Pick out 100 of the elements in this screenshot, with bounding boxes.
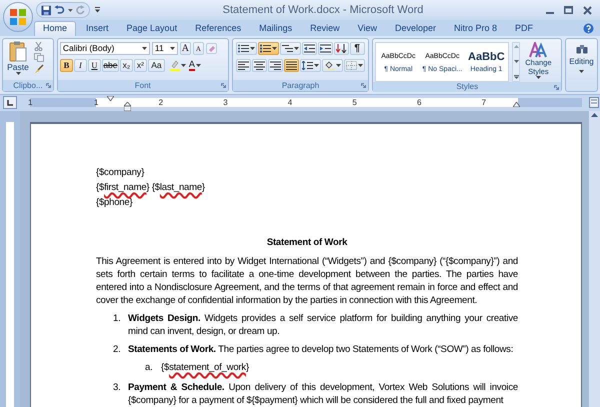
close-icon[interactable]	[583, 6, 592, 14]
grow-font-button[interactable]: A	[180, 42, 191, 55]
tab-selector-button[interactable]	[3, 96, 17, 109]
caret-icon	[142, 47, 147, 50]
ribbon-tab[interactable]: Developer	[387, 21, 444, 36]
toolbar-button[interactable]	[280, 42, 301, 55]
ruler-number: 1	[94, 97, 98, 108]
brush-icon[interactable]	[34, 64, 44, 74]
list-item-text: Payment & Schedule. Upon delivery of this development, Vortex Web Solutions will invoice {$company} for a payment of ${$payment} which will be considered the full and fixed payment	[128, 381, 518, 407]
list-number: 1.	[113, 312, 122, 326]
toolbar-button[interactable]: abe	[102, 59, 119, 72]
scissors-icon[interactable]	[34, 42, 43, 51]
toolbar-button[interactable]	[334, 42, 349, 55]
toolbar-button[interactable]	[252, 59, 267, 72]
toolbar-button[interactable]	[344, 59, 365, 72]
maximize-icon[interactable]	[564, 6, 573, 14]
list-item-text: Statements of Work. The parties agree to develop two Statements of Work (“SOW”) as follows:	[128, 343, 514, 356]
ribbon-tab[interactable]: References	[187, 21, 250, 36]
paint-bucket-icon	[324, 61, 335, 70]
hanging-indent-marker-icon[interactable]	[124, 102, 131, 111]
line-spacing-icon	[302, 61, 313, 70]
caret-icon	[579, 70, 584, 73]
ruler-number: 3	[223, 97, 228, 108]
caret-icon	[250, 47, 255, 50]
undo-icon[interactable]	[54, 5, 65, 15]
office-logo-icon	[10, 9, 26, 25]
toolbar-button[interactable]	[318, 42, 333, 55]
ruler-number: 1	[28, 97, 32, 108]
toolbar-button[interactable]: I	[74, 59, 87, 72]
caret-icon	[536, 76, 541, 79]
clipboard-icon	[9, 41, 27, 62]
toolbar-button[interactable]	[268, 59, 283, 72]
letter-a-icon	[529, 42, 548, 58]
borders-icon	[346, 61, 357, 70]
toolbar-button[interactable]	[284, 59, 299, 72]
list-number: 2.	[113, 343, 122, 356]
toolbar-button[interactable]	[302, 42, 317, 55]
dialog-launcher-icon[interactable]	[46, 83, 51, 88]
ruler-number: 5	[352, 97, 357, 108]
justify-icon	[286, 61, 297, 70]
left-tab-icon	[7, 100, 13, 106]
font-name-field[interactable]: Calibri (Body)	[60, 42, 150, 55]
help-icon[interactable]	[583, 23, 594, 34]
editing-button[interactable]: Editing	[565, 38, 598, 92]
ribbon-tab[interactable]: PDF	[507, 21, 542, 36]
group-label: Paragraph	[282, 80, 320, 90]
toolbar-button[interactable]: x₂	[120, 59, 133, 72]
toolbar-button[interactable]: B	[60, 59, 73, 72]
sort-icon	[336, 44, 347, 53]
ribbon-tab[interactable]: Mailings	[251, 21, 300, 36]
gallery-scroll[interactable]	[512, 42, 520, 82]
toolbar-button[interactable]	[236, 59, 251, 72]
toolbar-button[interactable]: Aa	[148, 59, 165, 72]
text-line: {$phone}	[96, 196, 132, 210]
caret-icon	[314, 64, 319, 67]
toolbar-button[interactable]: ¶	[350, 42, 365, 55]
save-icon[interactable]	[41, 4, 52, 16]
ribbon-tab[interactable]: Page Layout	[118, 21, 186, 36]
caret-icon	[180, 64, 186, 67]
ribbon-tab[interactable]: Nitro Pro 8	[446, 21, 506, 36]
dialog-launcher-icon[interactable]	[361, 83, 366, 88]
dialog-launcher-icon[interactable]	[220, 83, 226, 88]
ribbon-tab[interactable]: Review	[302, 21, 348, 36]
increase-indent-icon	[320, 44, 331, 53]
ribbon-tab[interactable]: Home	[34, 21, 76, 36]
caret-icon	[294, 47, 299, 50]
dialog-launcher-icon[interactable]	[554, 85, 560, 90]
window-title: Statement of Work.docx - Microsoft Word	[222, 2, 424, 18]
right-indent-marker-icon[interactable]	[513, 102, 520, 107]
caret-icon[interactable]	[68, 8, 73, 12]
toolbar-button[interactable]: x²	[134, 59, 147, 72]
group-label: Clipbo...	[13, 80, 43, 90]
customize-caret-icon[interactable]	[95, 7, 100, 13]
list-item-text: {$statement_of_work}	[161, 361, 249, 375]
toolbar-button[interactable]	[258, 42, 279, 55]
scroll-up-icon[interactable]	[591, 113, 598, 117]
multilevel-list-icon	[282, 44, 293, 53]
text-line: {$company}	[96, 166, 144, 180]
scroll-up-icon	[514, 45, 519, 48]
numbered-list-icon	[260, 44, 271, 53]
toolbar-button[interactable]	[322, 59, 343, 72]
toolbar-button[interactable]: U	[88, 59, 101, 72]
ruler-number: 4	[288, 97, 292, 108]
caret-icon	[358, 64, 363, 67]
toolbar-button[interactable]	[236, 42, 257, 55]
scroll-down-icon	[514, 60, 519, 63]
scrollbar[interactable]	[588, 111, 600, 407]
ribbon-tab[interactable]: View	[350, 21, 385, 36]
office-button[interactable]	[3, 2, 33, 32]
caret-icon	[170, 47, 175, 50]
view-ruler-icon[interactable]	[589, 97, 599, 108]
paste-button[interactable]: Paste	[5, 41, 31, 80]
ribbon-tab[interactable]: Insert	[78, 21, 117, 36]
highlight-button[interactable]	[170, 59, 188, 72]
font-color-button[interactable]: A	[188, 59, 207, 72]
caret-icon	[336, 64, 341, 67]
font-size-field[interactable]: 11	[152, 42, 178, 55]
caret-icon	[272, 47, 277, 50]
group-label: Styles	[456, 82, 478, 92]
toolbar-button[interactable]	[300, 59, 321, 72]
